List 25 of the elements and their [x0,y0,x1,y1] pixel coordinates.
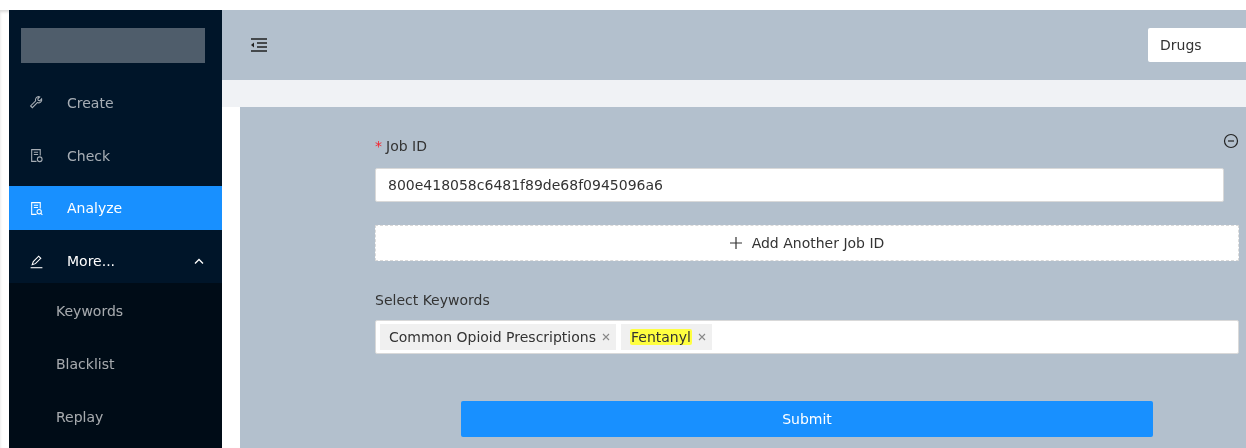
sidebar-item[interactable]: Create [9,80,222,125]
keywords-label: Select Keywords [375,291,491,310]
wrench-icon [29,95,44,111]
remove-circle-icon[interactable] [1223,133,1239,149]
keywords-select[interactable]: Common Opioid Prescriptions Fentanyl [375,320,1239,354]
sidebar-subitem[interactable]: Keywords [9,289,222,342]
pen-icon [29,253,44,269]
add-job-button[interactable]: Add Another Job ID [375,225,1239,261]
document-search-icon [29,200,44,216]
tag-label: Common Opioid Prescriptions [389,329,596,345]
sidebar-item[interactable]: Check [9,133,222,178]
caret-icon [194,257,204,265]
sidebar-subitem[interactable]: Replay [9,395,222,448]
sidebar-subitem[interactable]: Blacklist [9,342,222,395]
plus-icon [729,237,742,249]
job-id-label: Job ID [386,138,427,154]
category-select[interactable]: Drugs [1148,28,1246,62]
close-icon[interactable] [697,333,706,341]
sidebar-item[interactable]: More... [9,239,222,283]
menu-fold-icon[interactable] [250,38,268,52]
document-check-icon [29,148,44,163]
required-mark: * [375,138,382,154]
job-id-field[interactable]: 800e418058c6481f89de68f0945096a6 [375,168,1224,202]
tag-label: Fentanyl [630,329,692,345]
close-icon[interactable] [602,333,610,341]
